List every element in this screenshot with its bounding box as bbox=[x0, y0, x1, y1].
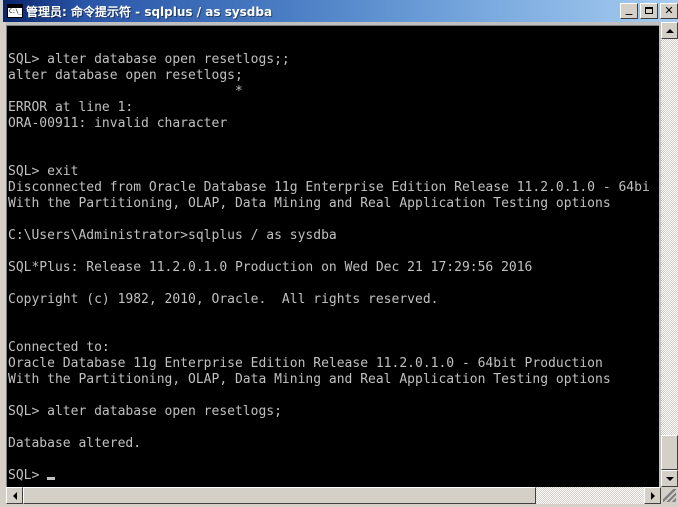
maximize-button[interactable] bbox=[640, 3, 658, 19]
terminal-line: * bbox=[8, 84, 243, 99]
terminal-line: With the Partitioning, OLAP, Data Mining… bbox=[8, 372, 611, 387]
terminal-line: C:\Users\Administrator>sqlplus / as sysd… bbox=[8, 228, 337, 243]
close-button[interactable]: ✕ bbox=[660, 3, 678, 19]
title-bar[interactable]: C:\_ 管理员: 命令提示符 - sqlplus / as sysdba _ … bbox=[3, 0, 678, 22]
chevron-right-icon bbox=[650, 491, 655, 500]
terminal-line: With the Partitioning, OLAP, Data Mining… bbox=[8, 196, 611, 211]
minimize-button[interactable]: _ bbox=[620, 1, 638, 19]
console-icon-prompt: C:\_ bbox=[9, 8, 22, 15]
chevron-up-icon bbox=[665, 28, 674, 33]
close-icon: ✕ bbox=[664, 4, 674, 17]
vertical-scroll-thumb[interactable] bbox=[661, 435, 678, 470]
window-controls: _ ✕ bbox=[620, 1, 678, 19]
terminal-line: Oracle Database 11g Enterprise Edition R… bbox=[8, 356, 603, 371]
terminal-line: SQL> exit bbox=[8, 164, 79, 179]
terminal-line: Database altered. bbox=[8, 436, 142, 451]
terminal-line: SQL> alter database open resetlogs;; bbox=[8, 52, 290, 67]
window-title: 管理员: 命令提示符 - sqlplus / as sysdba bbox=[26, 4, 273, 19]
terminal-line: SQL*Plus: Release 11.2.0.1.0 Production … bbox=[8, 260, 533, 275]
scroll-right-button[interactable] bbox=[644, 487, 661, 504]
terminal-output[interactable]: SQL> alter database open resetlogs;; alte… bbox=[6, 25, 659, 487]
vertical-scrollbar[interactable] bbox=[661, 22, 678, 487]
terminal-line: Disconnected from Oracle Database 11g En… bbox=[8, 180, 650, 195]
terminal-line: alter database open resetlogs; bbox=[8, 68, 243, 83]
terminal-line: SQL> bbox=[8, 468, 659, 484]
console-icon[interactable]: C:\_ bbox=[7, 4, 23, 18]
chevron-down-icon bbox=[665, 476, 674, 481]
terminal-line: Connected to: bbox=[8, 340, 110, 355]
terminal-line: SQL> alter database open resetlogs; bbox=[8, 404, 282, 419]
horizontal-scroll-thumb[interactable] bbox=[23, 487, 536, 504]
minimize-icon: _ bbox=[625, 1, 633, 16]
chevron-left-icon bbox=[12, 491, 17, 500]
scroll-down-button[interactable] bbox=[661, 470, 678, 487]
resize-grip[interactable] bbox=[661, 487, 678, 504]
scroll-left-button[interactable] bbox=[6, 487, 23, 504]
maximize-icon bbox=[641, 4, 657, 18]
window-client-area: SQL> alter database open resetlogs;; alte… bbox=[6, 22, 678, 504]
terminal-line: Copyright (c) 1982, 2010, Oracle. All ri… bbox=[8, 292, 439, 307]
console-window: C:\_ 管理员: 命令提示符 - sqlplus / as sysdba _ … bbox=[0, 0, 678, 507]
terminal-screen: SQL> alter database open resetlogs;; alte… bbox=[8, 36, 659, 484]
text-cursor bbox=[47, 477, 56, 480]
horizontal-scrollbar[interactable] bbox=[6, 487, 661, 504]
terminal-line: ERROR at line 1: bbox=[8, 100, 134, 115]
scroll-up-button[interactable] bbox=[661, 22, 678, 39]
terminal-line: ORA-00911: invalid character bbox=[8, 116, 228, 131]
